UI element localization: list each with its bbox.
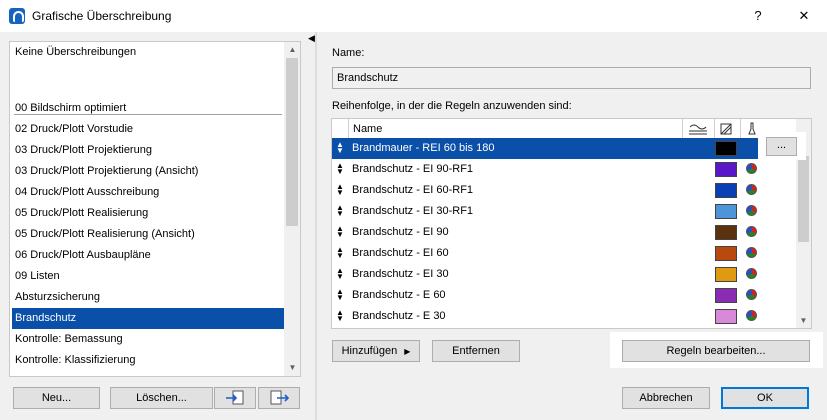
new-button[interactable]: Neu...	[13, 387, 100, 409]
column-header-fill[interactable]	[714, 119, 740, 139]
rule-name: Brandmauer - REI 60 bis 180	[352, 142, 495, 154]
pen-color-icon[interactable]	[746, 268, 757, 279]
pen-color-icon[interactable]	[746, 163, 757, 174]
list-item[interactable]: 03 Druck/Plott Projektierung (Ansicht)	[12, 161, 284, 182]
list-item[interactable]: Kontrolle: Klassifizierung Ausbau	[12, 371, 284, 376]
close-button[interactable]: ✕	[781, 0, 827, 32]
fill-color-swatch[interactable]	[715, 204, 737, 219]
add-rule-label: Hinzufügen	[341, 345, 398, 357]
list-item[interactable]: Brandschutz	[12, 308, 284, 329]
order-label: Reihenfolge, in der die Regeln anzuwende…	[332, 100, 572, 112]
rule-name: Brandschutz - E 30	[352, 310, 446, 322]
rules-scroll-thumb[interactable]	[798, 156, 809, 242]
list-item[interactable]: 03 Druck/Plott Projektierung	[12, 140, 284, 161]
edit-rules-button[interactable]: Regeln bearbeiten...	[622, 340, 810, 362]
pen-color-icon[interactable]	[746, 289, 757, 300]
reorder-handle-icon[interactable]: ▲ ▼	[336, 141, 344, 155]
fill-color-swatch[interactable]	[715, 246, 737, 261]
linetype-icon	[689, 124, 707, 135]
pen-color-icon[interactable]	[746, 247, 757, 258]
fill-color-swatch[interactable]	[715, 162, 737, 177]
delete-button[interactable]: Löschen...	[110, 387, 213, 409]
pen-color-icon[interactable]	[746, 184, 757, 195]
list-item[interactable]: 00 Bildschirm optimiert	[12, 98, 284, 119]
app-icon	[9, 8, 25, 24]
pane-splitter[interactable]	[315, 32, 317, 420]
rule-row[interactable]: ▲ ▼ Brandschutz - EI 60	[332, 243, 797, 264]
rule-row[interactable]: ▲ ▼ Brandschutz - EI 30-RF1	[332, 201, 797, 222]
override-list[interactable]: ▲ ▼ Keine Überschreibungen 00 Bildschirm …	[9, 41, 301, 377]
pen-icon	[748, 122, 756, 135]
reorder-handle-icon[interactable]: ▲ ▼	[336, 204, 344, 218]
import-icon	[226, 390, 244, 405]
list-item[interactable]: Kontrolle: Klassifizierung	[12, 350, 284, 371]
fill-color-swatch[interactable]	[715, 141, 737, 156]
list-item[interactable]: 05 Druck/Plott Realisierung (Ansicht)	[12, 224, 284, 245]
remove-rule-button[interactable]: Entfernen	[432, 340, 520, 362]
reorder-handle-icon[interactable]: ▲ ▼	[336, 183, 344, 197]
export-button[interactable]	[258, 387, 300, 409]
export-icon	[270, 390, 290, 405]
pen-color-icon[interactable]	[746, 310, 757, 321]
reorder-handle-icon[interactable]: ▲ ▼	[336, 246, 344, 260]
help-button[interactable]: ?	[735, 0, 781, 32]
reorder-handle-icon[interactable]: ▲ ▼	[336, 288, 344, 302]
reorder-handle-icon[interactable]: ▲ ▼	[336, 225, 344, 239]
rule-name: Brandschutz - EI 60-RF1	[352, 184, 474, 196]
rule-name: Brandschutz - E 60	[352, 289, 446, 301]
fill-color-swatch[interactable]	[715, 225, 737, 240]
fill-color-swatch[interactable]	[715, 309, 737, 324]
rules-scroll-down-icon[interactable]: ▼	[796, 315, 811, 327]
list-item[interactable]: 04 Druck/Plott Ausschreibung	[12, 182, 284, 203]
name-label: Name:	[332, 47, 365, 59]
scroll-down-icon[interactable]: ▼	[285, 362, 300, 374]
window-title: Grafische Überschreibung	[32, 9, 172, 23]
rules-table[interactable]: Name ▲ ▼ Brandmauer - REI 60 bis 180 ▲ ▼ Bran…	[331, 118, 812, 329]
add-rule-button[interactable]: Hinzufügen ▶	[332, 340, 420, 362]
fill-color-swatch[interactable]	[715, 267, 737, 282]
list-item[interactable]: 06 Druck/Plott Ausbaupläne	[12, 245, 284, 266]
more-options-button[interactable]: ...	[766, 137, 797, 156]
column-header-linetype[interactable]	[682, 119, 714, 139]
fill-color-swatch[interactable]	[715, 183, 737, 198]
name-field[interactable]: Brandschutz	[332, 67, 811, 89]
rule-row[interactable]: ▲ ▼ Brandschutz - EI 60-RF1	[332, 180, 797, 201]
list-item[interactable]: 05 Druck/Plott Realisierung	[12, 203, 284, 224]
rule-row[interactable]: ▲ ▼ Brandschutz - E 60	[332, 285, 797, 306]
rule-row[interactable]: ▲ ▼ Brandmauer - REI 60 bis 180	[332, 138, 797, 159]
fill-color-swatch[interactable]	[715, 288, 737, 303]
rule-name: Brandschutz - EI 60	[352, 247, 449, 259]
reorder-handle-icon[interactable]: ▲ ▼	[336, 267, 344, 281]
list-item[interactable]: Kontrolle: Bemassung	[12, 329, 284, 350]
collapse-arrow-icon[interactable]: ◀	[308, 33, 315, 44]
scroll-up-icon[interactable]: ▲	[285, 44, 300, 56]
list-item[interactable]: Keine Überschreibungen	[12, 42, 284, 63]
rule-row[interactable]: ▲ ▼ Brandschutz - EI 30	[332, 264, 797, 285]
list-item[interactable]: 09 Listen	[12, 266, 284, 287]
list-item[interactable]: 02 Druck/Plott Vorstudie	[12, 119, 284, 140]
ok-button[interactable]: OK	[721, 387, 809, 409]
rule-row[interactable]: ▲ ▼ Brandschutz - EI 90-RF1	[332, 159, 797, 180]
rule-row[interactable]: ▲ ▼ Brandschutz - EI 90	[332, 222, 797, 243]
rule-name: Brandschutz - EI 90	[352, 226, 449, 238]
title-bar: Grafische Überschreibung ? ✕	[0, 0, 827, 32]
reorder-handle-icon[interactable]: ▲ ▼	[336, 162, 344, 176]
rule-name: Brandschutz - EI 30-RF1	[352, 205, 474, 217]
pen-color-icon[interactable]	[746, 226, 757, 237]
import-button[interactable]	[214, 387, 256, 409]
rules-table-header: Name	[332, 119, 797, 140]
list-scroll-thumb[interactable]	[286, 58, 298, 226]
reorder-handle-icon[interactable]: ▲ ▼	[336, 309, 344, 323]
fill-icon	[720, 123, 732, 135]
column-header-name[interactable]: Name	[348, 119, 682, 139]
rule-row[interactable]: ▲ ▼ Brandschutz - E 30	[332, 306, 797, 327]
rule-name: Brandschutz - EI 90-RF1	[352, 163, 474, 175]
list-item[interactable]: Absturzsicherung	[12, 287, 284, 308]
pen-color-icon[interactable]	[746, 205, 757, 216]
cancel-button[interactable]: Abbrechen	[622, 387, 710, 409]
list-scrollbar[interactable]: ▲ ▼	[284, 42, 300, 376]
dropdown-arrow-icon: ▶	[404, 347, 411, 356]
rule-name: Brandschutz - EI 30	[352, 268, 449, 280]
